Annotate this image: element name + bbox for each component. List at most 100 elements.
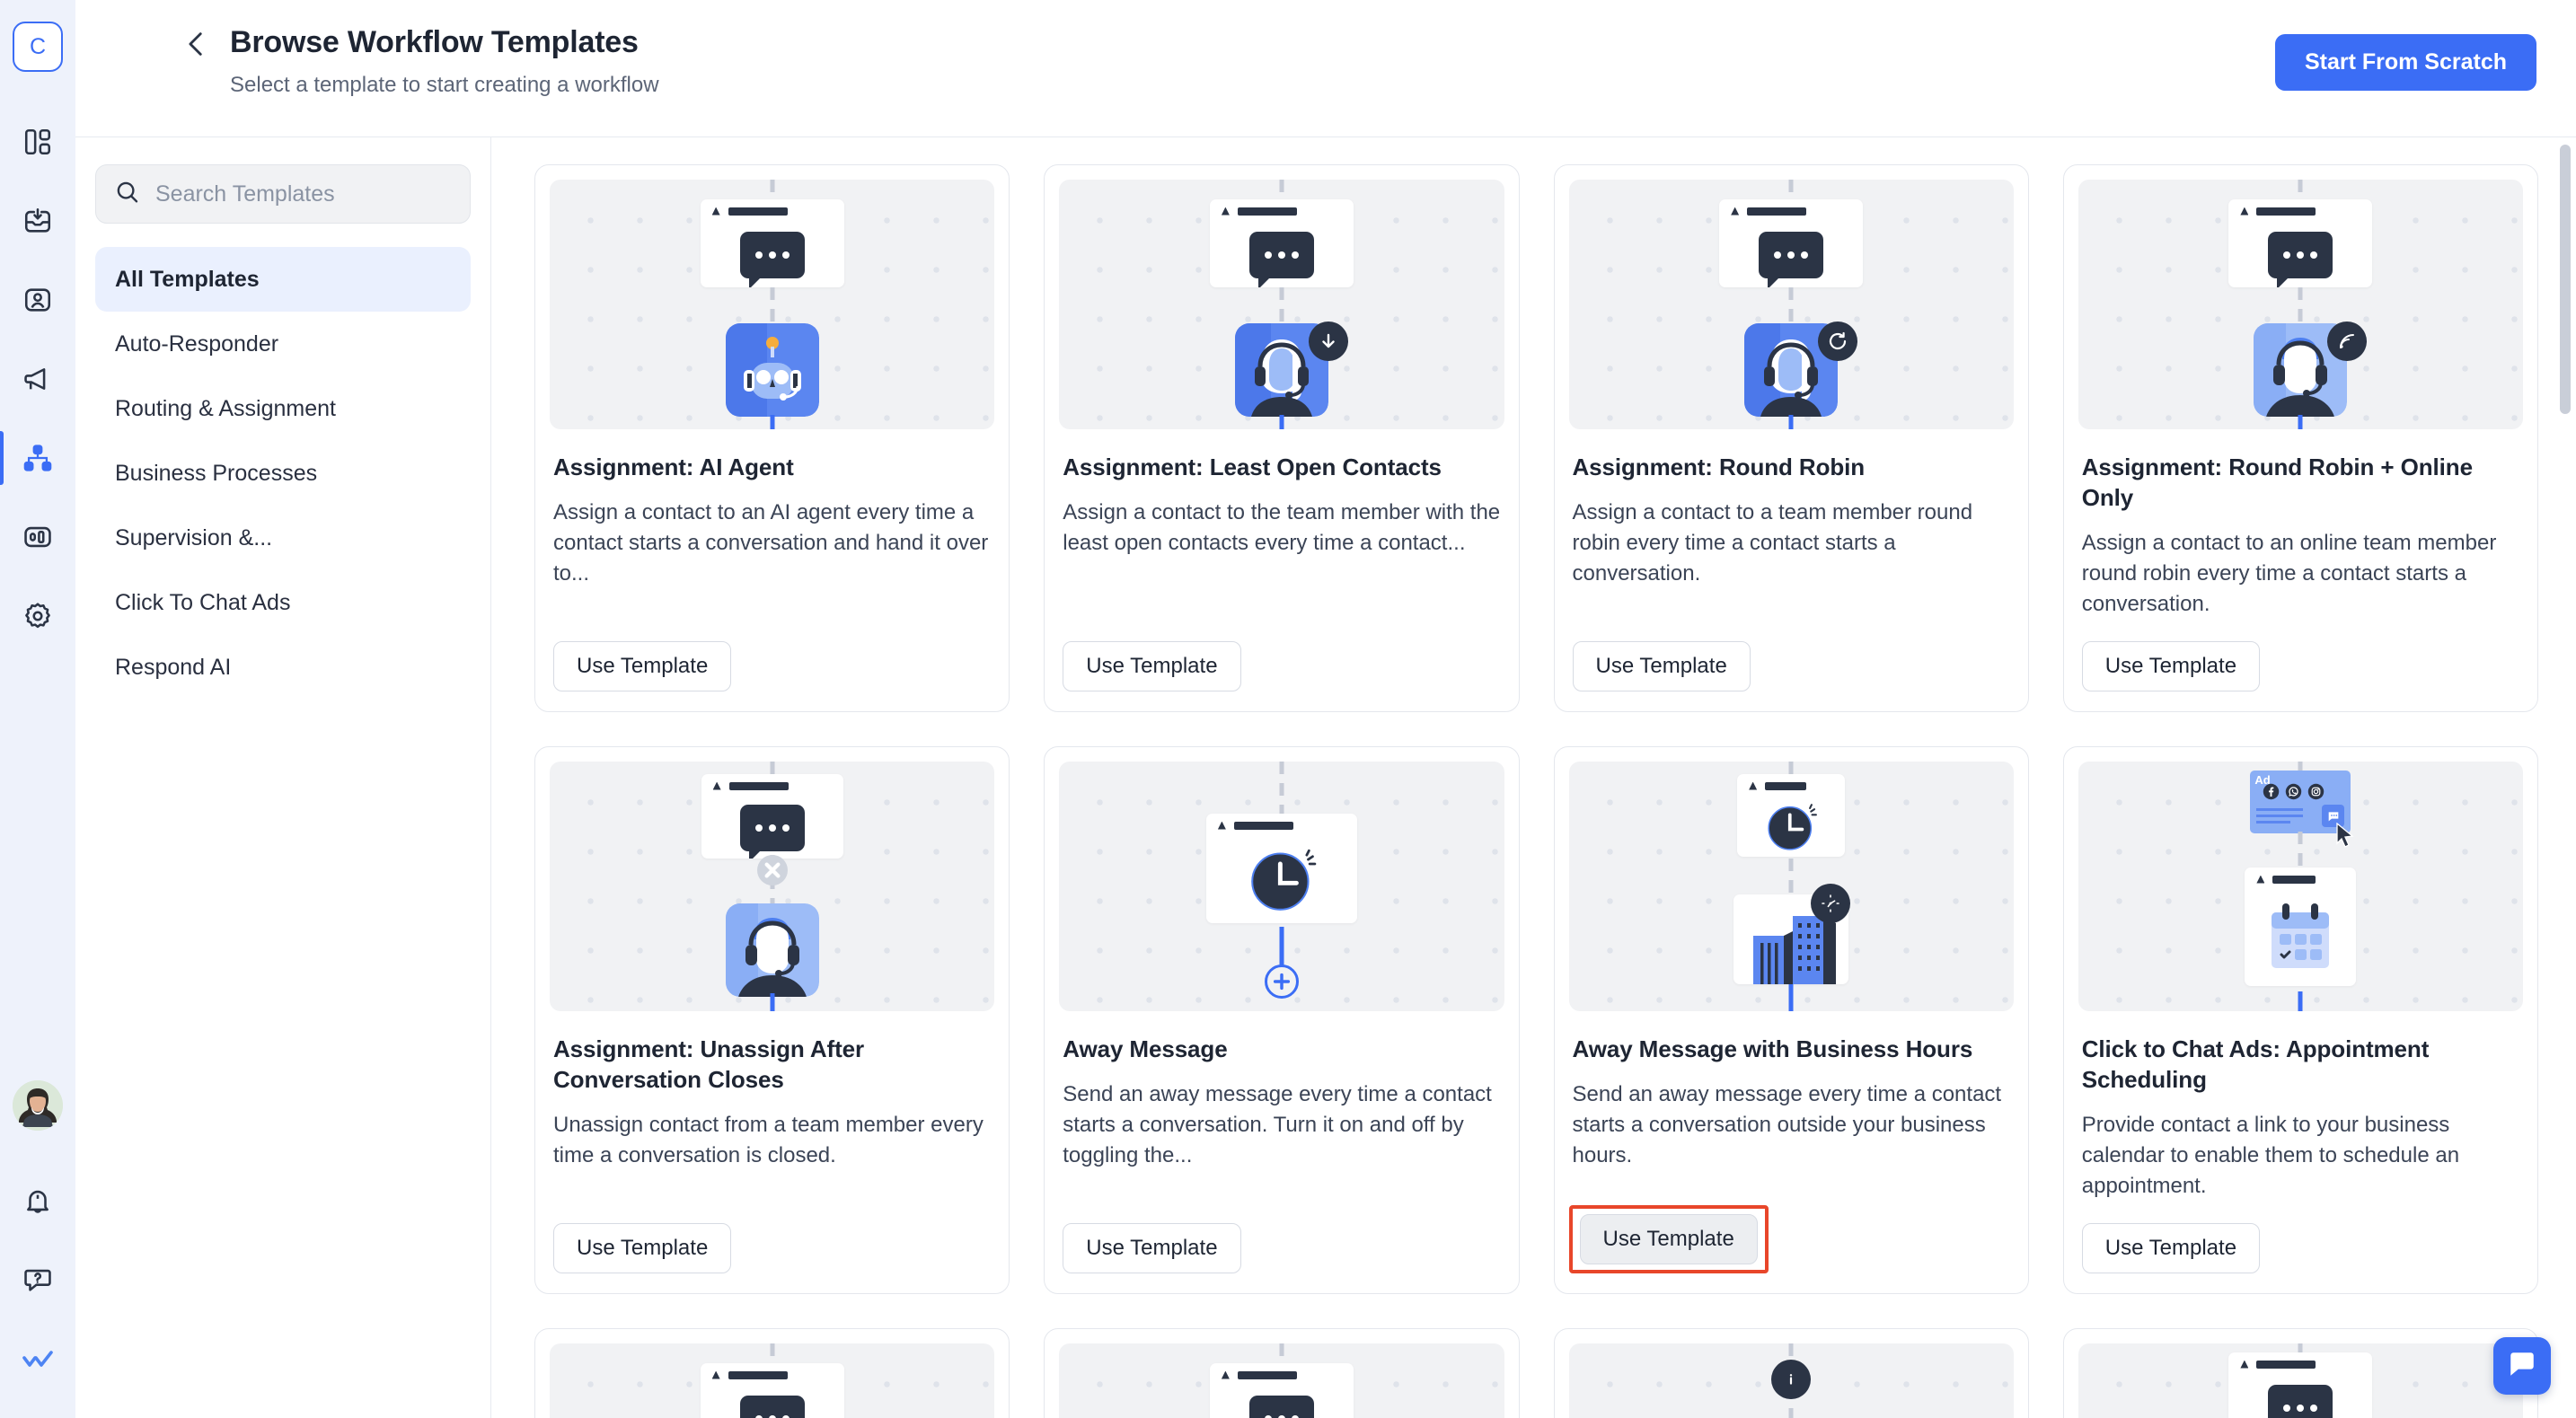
- sidebar-item-contacts[interactable]: [8, 260, 67, 339]
- body-area: All Templates Auto-Responder Routing & A…: [75, 137, 2576, 1418]
- sidebar-item-reports[interactable]: [8, 498, 67, 577]
- template-title: Click to Chat Ads: Appointment Schedulin…: [2081, 1035, 2430, 1093]
- plus-circle-icon: [1264, 964, 1299, 999]
- template-card[interactable]: Assignment: Round Robin Assign a contact…: [1553, 164, 2029, 712]
- search-input[interactable]: [155, 181, 452, 207]
- workspace-logo-label: C: [29, 33, 47, 59]
- template-description: Assign a contact to an online team membe…: [2081, 530, 2497, 616]
- template-illustration: [550, 180, 995, 429]
- category-label: Auto-Responder: [115, 330, 279, 357]
- template-card[interactable]: Away Message Send an away message every …: [1044, 746, 1520, 1294]
- wifi-icon: [2327, 321, 2368, 361]
- template-illustration: [1568, 1343, 2014, 1418]
- highlight-annotation: Use Template: [1568, 1205, 1769, 1273]
- workspace-logo[interactable]: C: [13, 22, 63, 72]
- whatsapp-icon: [2286, 783, 2302, 800]
- scrollbar-thumb[interactable]: [2560, 145, 2571, 414]
- clock-icon: [1251, 849, 1317, 911]
- template-card[interactable]: Assignment: Unassign After Conversation …: [534, 746, 1010, 1294]
- gear-icon: [22, 601, 53, 631]
- template-card[interactable]: [2062, 1328, 2538, 1418]
- template-card[interactable]: [534, 1328, 1010, 1418]
- template-title: Away Message with Business Hours: [1572, 1035, 1973, 1062]
- category-item-supervision[interactable]: Supervision &...: [95, 506, 471, 570]
- support-chat-widget[interactable]: [2493, 1337, 2551, 1395]
- template-card[interactable]: Assignment: AI Agent Assign a contact to…: [534, 164, 1010, 712]
- sidebar-item-workflows[interactable]: [0, 418, 67, 498]
- cursor-icon: [2336, 823, 2354, 848]
- back-button[interactable]: [181, 29, 212, 59]
- template-card[interactable]: [1553, 1328, 2029, 1418]
- template-card[interactable]: Ad Click to Chat Ads: Appointment Schedu…: [2062, 746, 2538, 1294]
- arrow-down-icon: [1308, 321, 1348, 361]
- category-item-respond-ai[interactable]: Respond AI: [95, 635, 471, 700]
- template-illustration: [550, 1343, 995, 1418]
- category-item-click-to-chat-ads[interactable]: Click To Chat Ads: [95, 570, 471, 635]
- clock-icon: [1768, 804, 1818, 850]
- use-template-button[interactable]: Use Template: [2081, 641, 2261, 691]
- rail-items: [0, 102, 67, 656]
- template-title: Assignment: Round Robin: [1572, 454, 1866, 480]
- template-description: Unassign contact from a team member ever…: [553, 1112, 984, 1167]
- double-check-logo: [22, 1343, 53, 1374]
- instagram-icon: [2308, 783, 2325, 800]
- sidebar-item-broadcasts[interactable]: [8, 339, 67, 418]
- sidebar-item-notifications[interactable]: [8, 1161, 67, 1240]
- avatar[interactable]: [13, 1080, 63, 1131]
- template-grid: Assignment: AI Agent Assign a contact to…: [534, 164, 2538, 1418]
- template-illustration: Ad: [2078, 762, 2523, 1011]
- template-description: Provide contact a link to your business …: [2081, 1112, 2460, 1198]
- page-title: Browse Workflow Templates: [230, 25, 639, 59]
- search-icon: [114, 179, 141, 210]
- use-template-button[interactable]: Use Template: [1063, 641, 1241, 691]
- use-template-button[interactable]: Use Template: [2081, 1223, 2261, 1273]
- x-circle-icon: [756, 855, 788, 885]
- sidebar-item-help[interactable]: [8, 1240, 67, 1319]
- use-template-button[interactable]: Use Template: [553, 641, 732, 691]
- template-illustration: [2078, 180, 2523, 429]
- template-title: Assignment: Round Robin + Online Only: [2081, 454, 2473, 511]
- template-title: Assignment: AI Agent: [553, 454, 794, 480]
- use-template-button[interactable]: Use Template: [1063, 1223, 1241, 1273]
- category-item-business-processes[interactable]: Business Processes: [95, 441, 471, 506]
- reports-icon: [22, 522, 53, 552]
- sidebar-item-settings[interactable]: [8, 577, 67, 656]
- template-title: Assignment: Least Open Contacts: [1063, 454, 1442, 480]
- use-template-button[interactable]: Use Template: [1579, 1214, 1758, 1264]
- page-subtitle: Select a template to start creating a wo…: [230, 73, 659, 97]
- help-icon: [22, 1264, 53, 1295]
- info-icon: [1771, 1360, 1812, 1399]
- calendar-icon: [2272, 903, 2330, 968]
- category-label: Supervision &...: [115, 524, 273, 550]
- category-item-auto-responder[interactable]: Auto-Responder: [95, 312, 471, 376]
- megaphone-icon: [22, 364, 53, 394]
- bell-icon: [22, 1185, 53, 1216]
- template-illustration: [1059, 180, 1504, 429]
- category-label: All Templates: [115, 266, 260, 292]
- template-card[interactable]: Away Message with Business Hours Send an…: [1553, 746, 2029, 1294]
- start-from-scratch-button[interactable]: Start From Scratch: [2274, 34, 2536, 91]
- brand-logo[interactable]: [8, 1319, 67, 1398]
- category-item-all-templates[interactable]: All Templates: [95, 247, 471, 312]
- scrollbar-track[interactable]: [2560, 145, 2571, 1418]
- use-template-button[interactable]: Use Template: [1572, 641, 1751, 691]
- rail-bottom: [8, 1080, 67, 1418]
- template-illustration: [2078, 1343, 2523, 1418]
- template-description: Assign a contact to the team member with…: [1063, 499, 1501, 555]
- use-template-button[interactable]: Use Template: [553, 1223, 732, 1273]
- left-nav-rail: C: [0, 0, 75, 1418]
- template-card[interactable]: Assignment: Least Open Contacts Assign a…: [1044, 164, 1520, 712]
- page-header: Browse Workflow Templates Select a templ…: [75, 0, 2576, 137]
- template-card[interactable]: [1044, 1328, 1520, 1418]
- sidebar-item-inbox[interactable]: [8, 181, 67, 260]
- category-label: Respond AI: [115, 654, 232, 680]
- clock-face-icon: [1811, 884, 1851, 923]
- category-list: All Templates Auto-Responder Routing & A…: [95, 247, 471, 700]
- search-box[interactable]: [95, 164, 471, 224]
- category-label: Routing & Assignment: [115, 395, 336, 421]
- category-item-routing-assignment[interactable]: Routing & Assignment: [95, 376, 471, 441]
- sidebar-item-dashboard[interactable]: [8, 102, 67, 181]
- template-grid-region: Assignment: AI Agent Assign a contact to…: [491, 137, 2576, 1418]
- app-root: C Browse Workflow Templates Select a tem…: [0, 0, 2576, 1418]
- template-card[interactable]: Assignment: Round Robin + Online Only As…: [2062, 164, 2538, 712]
